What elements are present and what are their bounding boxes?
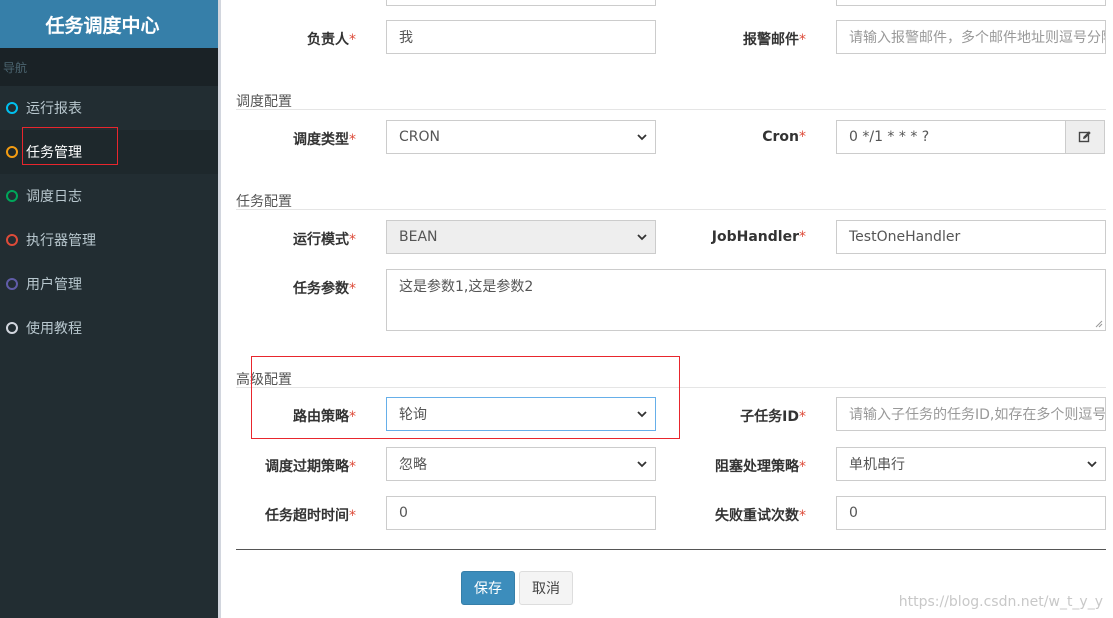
sidebar-item-label: 用户管理 [26, 277, 82, 293]
sidebar-item-label: 调度日志 [26, 189, 82, 205]
owner-input[interactable]: 我 [386, 20, 656, 54]
nav-header: 导航 [0, 48, 221, 86]
partial-input-top-right[interactable] [836, 0, 1106, 6]
job-handler-label: JobHandler* [711, 229, 806, 245]
cron-input[interactable]: 0 */1 * * * ? [836, 120, 1066, 154]
sidebar-item-logs[interactable]: 调度日志 [0, 174, 221, 218]
chevron-down-icon [1087, 461, 1097, 468]
run-mode-label: 运行模式* [293, 232, 356, 248]
edit-icon [1078, 131, 1091, 143]
route-strategy-select[interactable]: 轮询 [386, 397, 656, 431]
block-strategy-label: 阻塞处理策略* [715, 459, 806, 475]
sidebar-item-help[interactable]: 使用教程 [0, 306, 221, 350]
sidebar-item-reports[interactable]: 运行报表 [0, 86, 221, 130]
circle-icon [6, 234, 18, 246]
misfire-strategy-label: 调度过期策略* [265, 459, 356, 475]
schedule-section-title: 调度配置 [236, 94, 292, 110]
route-strategy-label: 路由策略* [293, 409, 356, 425]
job-edit-form: 负责人* 我 报警邮件* 请输入报警邮件，多个邮件地址则逗号分隔 调度配置 调度… [221, 0, 1113, 618]
alarm-email-input[interactable]: 请输入报警邮件，多个邮件地址则逗号分隔 [836, 20, 1106, 54]
sidebar-item-label: 任务管理 [26, 145, 82, 161]
sidebar-item-executors[interactable]: 执行器管理 [0, 218, 221, 262]
circle-icon [6, 278, 18, 290]
advanced-section-title: 高级配置 [236, 372, 292, 388]
circle-icon [6, 322, 18, 334]
task-params-textarea[interactable]: 这是参数1,这是参数2 [386, 269, 1106, 331]
task-section-title: 任务配置 [236, 194, 292, 210]
misfire-strategy-select[interactable]: 忽略 [386, 447, 656, 481]
block-strategy-select[interactable]: 单机串行 [836, 447, 1106, 481]
section-divider [236, 209, 1106, 210]
chevron-down-icon [637, 134, 647, 141]
chevron-down-icon [637, 411, 647, 418]
cron-edit-button[interactable] [1065, 120, 1105, 154]
sidebar-item-label: 执行器管理 [26, 233, 96, 249]
job-handler-input[interactable]: TestOneHandler [836, 220, 1106, 254]
schedule-type-label: 调度类型* [293, 132, 356, 148]
chevron-down-icon [637, 461, 647, 468]
sidebar: 任务调度中心 导航 运行报表 任务管理 调度日志 执行器管理 用户管理 使用教程 [0, 0, 221, 618]
child-job-id-label: 子任务ID* [740, 409, 806, 425]
alarm-email-label: 报警邮件* [743, 32, 806, 48]
app-brand[interactable]: 任务调度中心 [0, 0, 221, 48]
owner-label: 负责人* [307, 32, 356, 48]
task-params-label: 任务参数* [293, 281, 356, 297]
save-button[interactable]: 保存 [461, 571, 515, 605]
form-footer-divider [236, 549, 1106, 550]
resize-handle-icon[interactable] [1095, 320, 1103, 328]
run-mode-select[interactable]: BEAN [386, 220, 656, 254]
circle-icon [6, 102, 18, 114]
sidebar-item-label: 使用教程 [26, 321, 82, 337]
child-job-id-input[interactable]: 请输入子任务的任务ID,如存在多个则逗号分隔 [836, 397, 1106, 431]
section-divider [236, 387, 1106, 388]
schedule-type-select[interactable]: CRON [386, 120, 656, 154]
partial-input-top-left[interactable] [386, 0, 656, 6]
fail-retry-input[interactable]: 0 [836, 496, 1106, 530]
circle-icon [6, 146, 18, 158]
circle-icon [6, 190, 18, 202]
cancel-button[interactable]: 取消 [519, 571, 573, 605]
timeout-label: 任务超时时间* [265, 508, 356, 524]
fail-retry-label: 失败重试次数* [715, 508, 806, 524]
sidebar-item-jobs[interactable]: 任务管理 [0, 130, 221, 174]
timeout-input[interactable]: 0 [386, 496, 656, 530]
cron-label: Cron* [762, 129, 806, 145]
section-divider [236, 109, 1106, 110]
sidebar-item-label: 运行报表 [26, 101, 82, 117]
sidebar-item-users[interactable]: 用户管理 [0, 262, 221, 306]
watermark: https://blog.csdn.net/w_t_y_y [898, 594, 1103, 610]
chevron-down-icon [637, 234, 647, 241]
